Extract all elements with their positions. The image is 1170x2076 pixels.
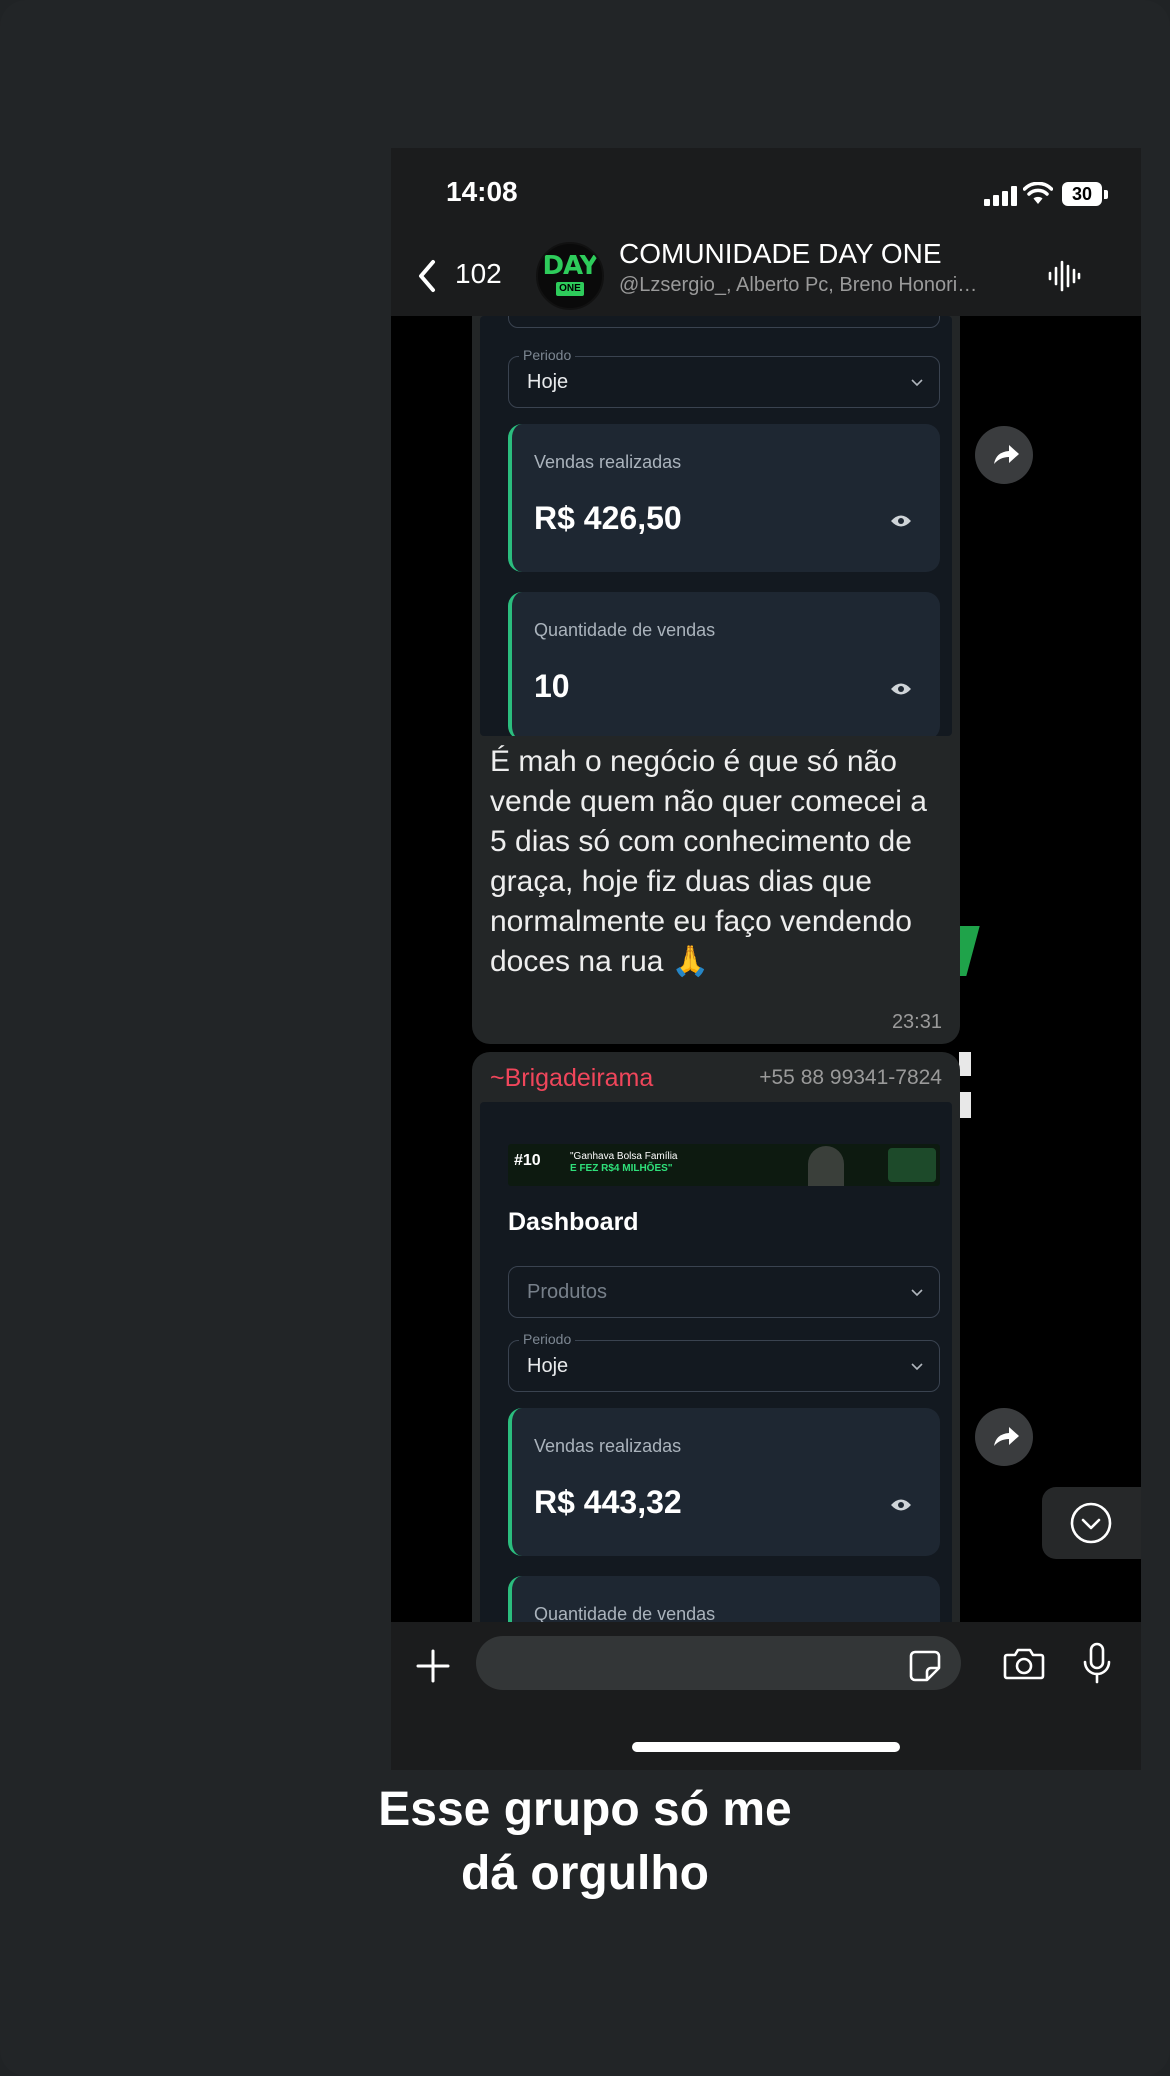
banner-person-image bbox=[808, 1146, 844, 1186]
sales-count-card: Quantidade de vendas bbox=[508, 1576, 940, 1622]
products-select[interactable]: Produtos bbox=[508, 1266, 940, 1318]
chat-area[interactable]: Periodo Hoje Vendas realizadas R$ 426,50… bbox=[391, 316, 1141, 1622]
wallpaper-shape bbox=[959, 1092, 971, 1118]
audio-wave-icon[interactable] bbox=[1046, 258, 1082, 294]
message-bubble[interactable]: ~Brigadeirama +55 88 99341-7824 #10 "Gan… bbox=[472, 1052, 960, 1622]
message-input[interactable] bbox=[476, 1636, 961, 1690]
wallpaper-shape bbox=[959, 1052, 971, 1076]
sales-made-label: Vendas realizadas bbox=[534, 452, 682, 472]
ad-banner: #10 "Ganhava Bolsa Família E FEZ R$4 MIL… bbox=[508, 1144, 940, 1186]
chevron-down-icon bbox=[911, 1289, 923, 1297]
plus-icon[interactable] bbox=[415, 1648, 451, 1684]
caption-line1: Esse grupo só me bbox=[378, 1783, 792, 1836]
chat-header: 102 DAY ONE COMUNIDADE DAY ONE @Lzsergio… bbox=[391, 236, 1141, 316]
forward-button[interactable] bbox=[975, 426, 1033, 484]
forward-button[interactable] bbox=[975, 1408, 1033, 1466]
sales-count-label: Quantidade de vendas bbox=[534, 1604, 716, 1622]
message-input-bar bbox=[391, 1622, 1141, 1770]
sales-count-label: Quantidade de vendas bbox=[534, 620, 716, 640]
battery-icon: 30 bbox=[1062, 182, 1102, 206]
eye-icon[interactable] bbox=[890, 514, 912, 528]
products-placeholder: Produtos bbox=[527, 1281, 608, 1303]
avatar-logo-subtext: ONE bbox=[556, 282, 584, 296]
sales-made-label: Vendas realizadas bbox=[534, 1436, 682, 1456]
avatar-logo-text: DAY bbox=[542, 251, 598, 281]
status-bar: 14:08 30 bbox=[391, 148, 1141, 236]
sender-phone[interactable]: +55 88 99341-7824 bbox=[759, 1066, 942, 1090]
eye-icon[interactable] bbox=[890, 682, 912, 696]
back-chevron-icon[interactable] bbox=[415, 258, 441, 294]
chevron-down-icon bbox=[911, 1363, 923, 1371]
period-value: Hoje bbox=[527, 371, 569, 393]
banner-line1: "Ganhava Bolsa Família bbox=[570, 1151, 678, 1162]
message-time: 23:31 bbox=[891, 1011, 942, 1033]
banner-logo: #10 bbox=[514, 1152, 541, 1169]
forward-arrow-icon bbox=[994, 1427, 1019, 1446]
group-avatar[interactable]: DAY ONE bbox=[536, 242, 604, 310]
period-legend: Periodo bbox=[519, 347, 576, 363]
home-indicator[interactable] bbox=[632, 1742, 900, 1752]
dashboard-title: Dashboard bbox=[508, 1208, 639, 1236]
sales-count-value: 10 bbox=[534, 668, 570, 704]
period-legend: Periodo bbox=[519, 1331, 576, 1347]
cellular-signal-icon bbox=[984, 186, 1018, 206]
microphone-icon[interactable] bbox=[1081, 1642, 1113, 1686]
chevron-down-circle-icon bbox=[1070, 1502, 1112, 1544]
sender-name[interactable]: ~Brigadeirama bbox=[490, 1064, 653, 1093]
period-select[interactable]: Periodo Hoje bbox=[508, 347, 940, 408]
group-title[interactable]: COMUNIDADE DAY ONE bbox=[619, 238, 942, 270]
period-value: Hoje bbox=[527, 1355, 569, 1377]
battery-nub bbox=[1104, 190, 1108, 199]
forward-arrow-icon bbox=[994, 445, 1019, 464]
sales-made-card: Vendas realizadas R$ 426,50 bbox=[508, 424, 940, 572]
banner-headline: "Ganhava Bolsa Família E FEZ R$4 MILHÕES… bbox=[570, 1151, 678, 1175]
eye-icon[interactable] bbox=[890, 1498, 912, 1512]
top-select-remnant bbox=[508, 316, 940, 328]
message-image[interactable]: Periodo Hoje Vendas realizadas R$ 426,50… bbox=[480, 316, 952, 736]
period-select[interactable]: Periodo Hoje bbox=[508, 1331, 940, 1392]
story-caption: Esse grupo só me dá orgulho bbox=[0, 1778, 1170, 1906]
camera-icon[interactable] bbox=[1003, 1646, 1045, 1682]
back-unread-count[interactable]: 102 bbox=[455, 258, 502, 290]
sales-made-value: R$ 426,50 bbox=[534, 500, 682, 536]
group-members[interactable]: @Lzsergio_, Alberto Pc, Breno Honori… bbox=[619, 274, 1039, 297]
message-image[interactable]: #10 "Ganhava Bolsa Família E FEZ R$4 MIL… bbox=[480, 1102, 952, 1622]
caption-line2: dá orgulho bbox=[461, 1847, 709, 1900]
scroll-to-bottom-button[interactable] bbox=[1042, 1487, 1141, 1559]
sticker-icon[interactable] bbox=[908, 1649, 942, 1683]
wifi-icon bbox=[1023, 182, 1053, 204]
chevron-down-icon bbox=[911, 379, 923, 387]
phone-screen: 14:08 30 102 DAY ONE COMUNIDADE DAY ONE … bbox=[391, 148, 1141, 1770]
banner-badge bbox=[888, 1148, 936, 1182]
message-bubble[interactable]: Periodo Hoje Vendas realizadas R$ 426,50… bbox=[472, 316, 960, 1044]
sales-made-value: R$ 443,32 bbox=[534, 1484, 682, 1520]
sales-count-card: Quantidade de vendas 10 bbox=[508, 592, 940, 736]
sales-made-card: Vendas realizadas R$ 443,32 bbox=[508, 1408, 940, 1556]
clock: 14:08 bbox=[446, 176, 518, 207]
message-text: É mah o negócio é que só não vende quem … bbox=[490, 745, 927, 978]
banner-line2: E FEZ R$4 MILHÕES" bbox=[570, 1163, 673, 1174]
